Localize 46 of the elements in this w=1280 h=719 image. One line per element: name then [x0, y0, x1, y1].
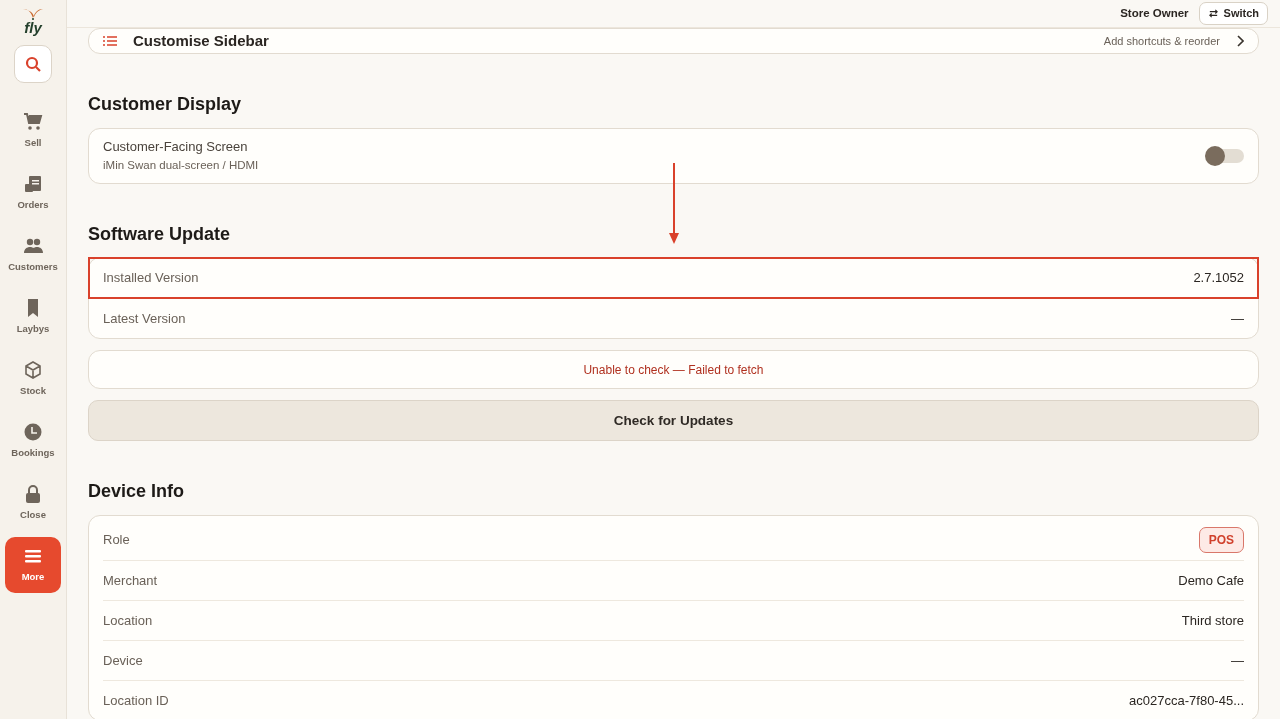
chevron-right-icon	[1236, 35, 1244, 47]
clock-icon	[23, 421, 43, 442]
row-value: —	[1231, 651, 1244, 670]
list-icon	[103, 36, 117, 46]
swap-icon	[1207, 8, 1219, 19]
check-updates-button[interactable]: Check for Updates	[88, 400, 1259, 442]
setting-label: Customer-Facing Screen	[103, 138, 249, 157]
nav-item[interactable]: Close	[5, 475, 61, 531]
nav-item[interactable]: Laybys	[5, 289, 61, 345]
status-message: Unable to check — Failed to fetch	[583, 361, 764, 379]
search-icon	[25, 56, 41, 72]
row-label: Role	[103, 531, 130, 550]
nav-item[interactable]: Stock	[5, 351, 61, 407]
nav-item[interactable]: More	[5, 537, 61, 593]
logo: fly	[22, 8, 44, 35]
cart-icon	[23, 111, 43, 132]
nav-item[interactable]: Bookings	[5, 413, 61, 469]
row-label: Installed Version	[103, 269, 199, 288]
receipt-icon	[23, 173, 43, 194]
row-label: Location	[103, 611, 153, 630]
setting-description: iMin Swan dual-screen / HDMI	[103, 157, 259, 173]
toggle-switch[interactable]	[1208, 148, 1244, 163]
row-value: —	[1231, 309, 1244, 328]
section-heading: Customer Display	[88, 94, 243, 116]
role-badge: POS	[1198, 526, 1244, 553]
row-label: Location ID	[103, 691, 169, 710]
cube-icon	[23, 359, 43, 380]
switch-button[interactable]: Switch	[1198, 2, 1268, 25]
search-button[interactable]	[14, 45, 52, 83]
settings-row[interactable]: Customise Sidebar Add shortcuts & reorder	[88, 28, 1259, 54]
row-value: Demo Cafe	[1178, 571, 1244, 590]
row-hint: Add shortcuts & reorder	[1103, 33, 1220, 49]
row-value: 2.7.1052	[1193, 269, 1244, 288]
row-label: Device	[103, 651, 143, 670]
nav-item[interactable]: Sell	[5, 103, 61, 159]
row-label: Merchant	[103, 571, 158, 590]
lock-icon	[23, 483, 43, 504]
section-heading: Device Info	[88, 481, 186, 503]
row-value: Third store	[1181, 611, 1244, 630]
user-name: Store Owner	[1120, 5, 1189, 21]
row-title: Customise Sidebar	[133, 30, 269, 51]
nav-item[interactable]: Customers	[5, 227, 61, 283]
row-value: ac027cca-7f80-45...	[1129, 691, 1244, 710]
nav-item[interactable]: Orders	[5, 165, 61, 221]
row-label: Latest Version	[103, 309, 186, 328]
section-heading: Software Update	[88, 223, 232, 246]
